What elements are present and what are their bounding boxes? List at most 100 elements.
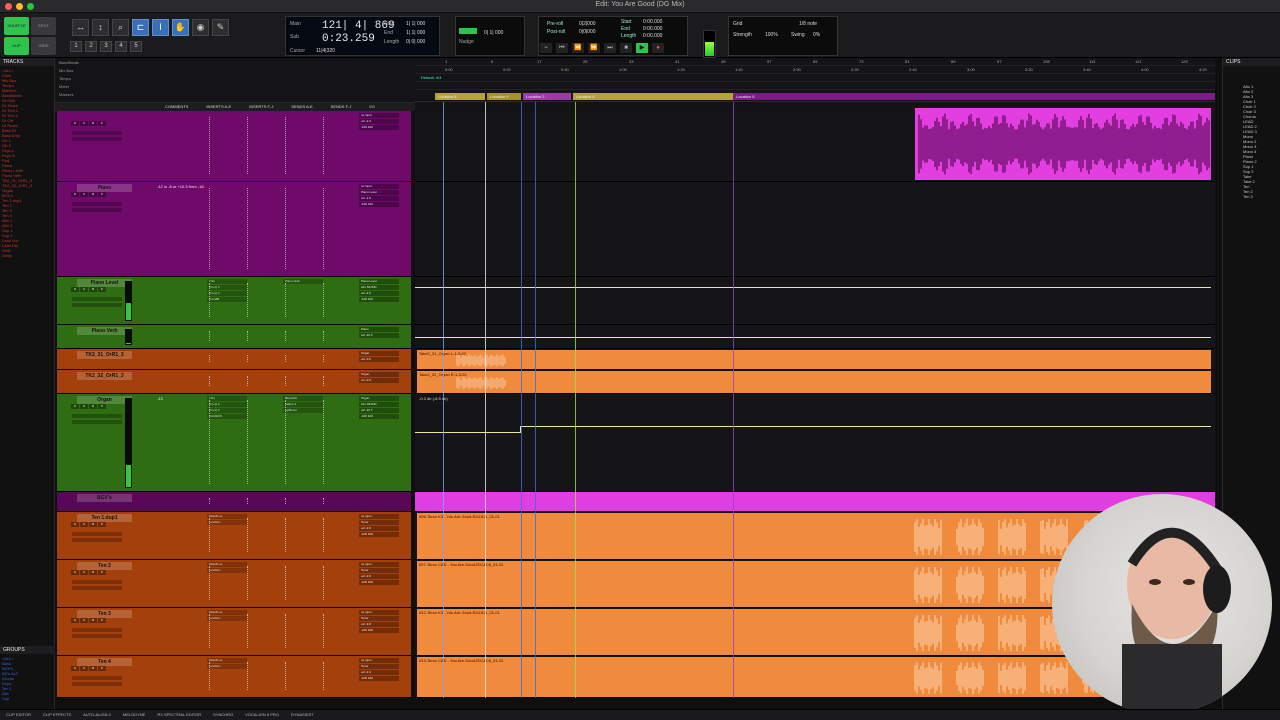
io-selector[interactable]: vol -3.8 [359, 622, 399, 627]
bottom-tool-tab[interactable]: VOCALIGN 6 PRO [245, 710, 279, 720]
insert-slot[interactable]: LeadVox [207, 616, 247, 621]
grid-mode-button[interactable]: GRID [31, 37, 56, 55]
insert-slot[interactable]: LeadVox [207, 520, 247, 525]
track-view-selector[interactable] [72, 414, 122, 418]
insert-slot[interactable]: Pro-Q 3 [207, 402, 247, 407]
io-selector[interactable]: -100 100 [359, 676, 399, 681]
sends-a-e-column-head[interactable]: SENDS A-E [273, 103, 312, 111]
insert-slot[interactable]: LeadVox [207, 568, 247, 573]
io-selector[interactable]: Tenor [359, 616, 399, 621]
bottom-tool-tab[interactable]: RX SPECTRAL EDITOR [157, 710, 201, 720]
playlist-button[interactable]: P [98, 287, 106, 292]
mute-button[interactable]: M [89, 666, 97, 671]
insert-slot[interactable]: Pro-Q 4 [207, 408, 247, 413]
inserts-a-e-column-head[interactable]: INSERTS A-E [188, 103, 231, 111]
record-enable-button[interactable]: R [71, 404, 79, 409]
track-view-selector[interactable] [72, 202, 122, 206]
insert-slot[interactable]: MetaTune [207, 514, 247, 519]
io-selector[interactable]: vol -4.5 [359, 291, 399, 296]
track-height-selector[interactable] [72, 420, 122, 424]
min-secs-ruler[interactable]: 0:00 0:20 0:40 1:00 1:20 1:40 2:00 2:20 2:40 3:00… [415, 66, 1215, 74]
return-to-zero-icon[interactable]: ⏮ [556, 43, 568, 53]
nudge-value[interactable]: 0| 1| 000 [484, 30, 503, 36]
track-strip[interactable]: Ten 3 R S M P MetaTune LeadVox no input Tenor vol… [57, 608, 411, 656]
io-selector[interactable]: Tenor [359, 568, 399, 573]
zoom-horizontal-icon[interactable]: ↔ [72, 19, 89, 36]
insert-slot[interactable]: Pro-Q 3 [207, 285, 247, 290]
record-enable-button[interactable]: R [71, 570, 79, 575]
mute-button[interactable]: M [89, 522, 97, 527]
automation-line[interactable] [521, 426, 1211, 427]
io-selector[interactable]: Tenor [359, 664, 399, 669]
insert-slot[interactable]: Trim [207, 279, 247, 284]
slip-mode-button[interactable]: SLIP [4, 37, 29, 55]
track-height-selector[interactable] [72, 586, 122, 590]
track-strip[interactable]: Ten 2 R S M P MetaTune LeadVox no input Tenor vol… [57, 560, 411, 608]
playlist-button[interactable]: P [98, 192, 106, 197]
playlist-button[interactable]: P [98, 121, 106, 126]
track-strip[interactable]: Piano R S M P -12 lo -8 or +10.3 from -18 no i… [57, 182, 411, 277]
bottom-tool-tab[interactable]: MELODYNE [123, 710, 145, 720]
track-strip[interactable]: TK2_31_OrR1_3 Organ vol -0.0 [57, 349, 411, 370]
record-icon[interactable]: ● [652, 43, 664, 53]
solo-button[interactable]: S [80, 287, 88, 292]
stop-icon[interactable]: ■ [620, 43, 632, 53]
insert-slot[interactable]: Pro-Q 4 [207, 291, 247, 296]
record-enable-button[interactable]: R [71, 618, 79, 623]
solo-button[interactable]: S [80, 618, 88, 623]
zoom-preset-2[interactable]: 2 [85, 41, 97, 52]
io-selector[interactable]: Organ [359, 396, 399, 401]
io-selector[interactable]: no input [359, 514, 399, 519]
length-value[interactable]: 0| 0| 000 [406, 39, 425, 45]
location-marker[interactable]: Location 4 [573, 93, 733, 100]
io-selector[interactable]: no input [359, 562, 399, 567]
solo-button[interactable]: S [80, 121, 88, 126]
send-slot[interactable]: BlueVerb [283, 396, 323, 401]
io-selector[interactable]: -100 100 [359, 297, 399, 302]
io-selector[interactable]: no input [359, 658, 399, 663]
track-name[interactable]: Ten 4 [77, 658, 132, 666]
automation-line[interactable] [415, 432, 520, 433]
track-strip[interactable]: Ten 4 R S M P MetaTune LeadVox no input Tenor vol… [57, 656, 411, 698]
io-selector[interactable]: vol -2.4 [359, 670, 399, 675]
location-marker[interactable]: Location 5 [733, 93, 1215, 100]
track-name[interactable]: Organ [77, 396, 132, 404]
audio-clip[interactable]: Take2_31_Organ L-1-3-02 [417, 350, 1211, 369]
playlist-button[interactable]: P [98, 404, 106, 409]
track-name[interactable]: Piano Level [77, 279, 132, 287]
fast-forward-icon[interactable]: ⏩ [588, 43, 600, 53]
io-selector[interactable]: -100 100 [359, 414, 399, 419]
bottom-tool-tab[interactable]: DYNASSIST [291, 710, 314, 720]
io-selector[interactable]: Piano Level [359, 279, 399, 284]
io-selector[interactable]: no input [359, 113, 399, 118]
insert-slot[interactable]: MetaTune [207, 658, 247, 663]
track-name[interactable]: BGV's [77, 494, 132, 502]
location-marker[interactable]: Location 9 [487, 93, 521, 100]
record-enable-button[interactable]: R [71, 666, 79, 671]
clips-header[interactable]: CLIPS [1223, 58, 1280, 66]
track-height-selector[interactable] [72, 634, 122, 638]
pencil-tool-icon[interactable]: ✎ [212, 19, 229, 36]
mute-button[interactable]: M [89, 570, 97, 575]
record-enable-button[interactable]: R [71, 121, 79, 126]
io-selector[interactable]: -100 100 [359, 628, 399, 633]
bottom-tool-tab[interactable]: CLIP EDITOR [6, 710, 31, 720]
send-slot[interactable]: Saturn 2 [283, 402, 323, 407]
track-view-selector[interactable] [72, 297, 122, 301]
track-height-selector[interactable] [72, 538, 122, 542]
io-selector[interactable]: vol -1.5 [359, 196, 399, 201]
go-to-end-icon[interactable]: ⏭ [604, 43, 616, 53]
clip-list-item[interactable]: Ten 3 [1243, 194, 1257, 199]
playlist-button[interactable]: P [98, 666, 106, 671]
play-icon[interactable]: ▶ [636, 43, 648, 53]
playlist-button[interactable]: P [98, 522, 106, 527]
bottom-tool-tab[interactable]: SYNCHRO [213, 710, 233, 720]
track-strip[interactable]: TK2_32_OrR1_3 Organ vol -0.0 [57, 370, 411, 394]
insert-slot[interactable]: LeadVox [207, 664, 247, 669]
io-selector[interactable]: -100 100 [359, 202, 399, 207]
io-selector[interactable]: vol -2.3 [359, 119, 399, 124]
io-selector[interactable]: ALL MUSIC [359, 402, 399, 407]
track-view-selector[interactable] [72, 580, 122, 584]
tracks-header[interactable]: TRACKS [0, 58, 54, 66]
preroll-value[interactable]: 0|2|000 [579, 21, 596, 27]
